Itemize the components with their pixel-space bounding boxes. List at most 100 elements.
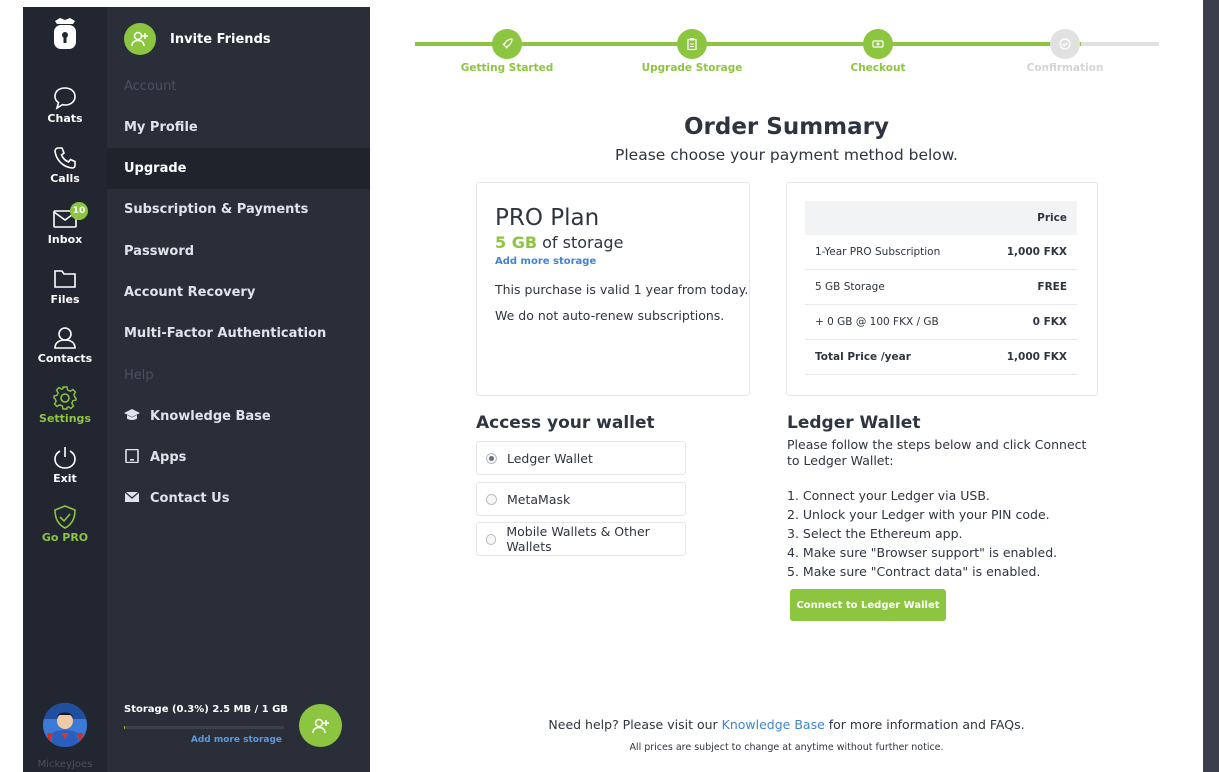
list-item: 1. Connect your Ledger via USB. xyxy=(787,488,990,503)
list-item: 4. Make sure "Browser support" is enable… xyxy=(787,545,1058,560)
check-circle-icon xyxy=(1059,38,1071,50)
list-item: 5. Make sure "Contract data" is enabled. xyxy=(787,564,1041,579)
plan-card: PRO Plan 5 GB of storage Add more storag… xyxy=(476,182,750,396)
app-logo-icon xyxy=(54,18,76,49)
ledger-wallet-heading: Ledger Wallet xyxy=(787,413,921,433)
price-row-item: Total Price /year xyxy=(815,351,911,363)
price-row-item: 5 GB Storage xyxy=(815,281,885,293)
plan-renew-note: We do not auto-renew subscriptions. xyxy=(495,308,725,323)
table-row: 5 GB Storage FREE xyxy=(805,270,1077,305)
price-row-value: 0 FKX xyxy=(1032,316,1067,328)
step-text: Connect your Ledger via USB. xyxy=(802,488,990,503)
rail-item-files[interactable]: Files xyxy=(23,266,107,306)
step-checkout-label: Checkout xyxy=(850,62,906,74)
price-row-item: + 0 GB @ 100 FKX / GB xyxy=(815,316,939,328)
price-card: Price 1-Year PRO Subscription 1,000 FKX 5… xyxy=(786,182,1098,396)
knowledge-base-link[interactable]: Knowledge Base xyxy=(722,717,825,732)
user-avatar[interactable] xyxy=(43,703,87,747)
storage-widget: Storage (0.3%) 2.5 MB / 1 GB Add more st… xyxy=(124,704,288,745)
invite-friends-button[interactable]: Invite Friends xyxy=(124,23,271,55)
invite-friends-label: Invite Friends xyxy=(170,31,271,47)
rail-item-chats[interactable]: Chats xyxy=(23,85,107,125)
add-storage-link[interactable]: Add more storage xyxy=(124,735,288,745)
order-summary-title: Order Summary xyxy=(683,114,890,140)
help-suffix: for more information and FAQs. xyxy=(828,717,1025,732)
plan-add-storage-link[interactable]: Add more storage xyxy=(495,256,596,267)
radio-unselected[interactable] xyxy=(486,533,497,545)
menu-item-subscription-payments[interactable]: Subscription & Payments xyxy=(107,189,370,230)
storage-progress-fill xyxy=(124,726,125,729)
step-checkout-dot[interactable] xyxy=(863,29,893,59)
progress-track-pending xyxy=(1081,42,1159,46)
wallet-option-ledger[interactable]: Ledger Wallet xyxy=(476,441,686,475)
rail-item-go-pro[interactable]: Go PRO xyxy=(23,504,107,544)
rail-item-inbox[interactable]: 10 Inbox xyxy=(23,202,107,246)
settings-menu: Invite Friends Account My Profile Upgrad… xyxy=(107,7,370,772)
table-row: + 0 GB @ 100 FKX / GB 0 FKX xyxy=(805,305,1077,340)
ledger-steps-list: 1. Connect your Ledger via USB. 2. Unloc… xyxy=(787,486,1107,581)
storage-usage-value: 2.5 MB / 1 GB xyxy=(212,704,288,715)
access-wallet-heading: Access your wallet xyxy=(476,413,655,433)
section-help-heading: Help xyxy=(124,368,154,383)
price-table-header: Price xyxy=(805,201,1077,235)
menu-item-upgrade[interactable]: Upgrade xyxy=(107,148,370,189)
menu-item-my-profile[interactable]: My Profile xyxy=(107,107,370,148)
envelope-icon xyxy=(124,491,140,502)
menu-item-contact-us[interactable]: Contact Us xyxy=(107,478,370,519)
order-summary-subtitle: Please choose your payment method below. xyxy=(615,146,958,164)
ledger-description: Please follow the steps below and click … xyxy=(787,437,1087,468)
power-icon xyxy=(54,447,76,469)
shield-check-icon xyxy=(54,505,76,529)
inbox-badge: 10 xyxy=(70,202,88,220)
storage-progress-bar xyxy=(124,726,284,729)
step-text: Make sure "Browser support" is enabled. xyxy=(802,545,1058,560)
plan-storage-amount: 5 GB xyxy=(495,233,538,252)
radio-unselected[interactable] xyxy=(486,493,497,505)
step-getting-started-dot[interactable] xyxy=(492,29,522,59)
avatar-image xyxy=(43,703,87,747)
plan-name: PRO Plan xyxy=(495,205,600,231)
price-disclaimer: All prices are subject to change at anyt… xyxy=(629,742,944,753)
add-user-icon xyxy=(124,23,156,55)
invite-fab-button[interactable] xyxy=(299,704,342,747)
price-row-value: 1,000 FKX xyxy=(1006,246,1067,258)
wallet-option-label: MetaMask xyxy=(507,491,571,507)
window-edge-left xyxy=(0,0,8,772)
plan-storage-suffix: of storage xyxy=(542,233,624,252)
help-text: Need help? Please visit our Knowledge Ba… xyxy=(370,717,1203,732)
knowledge-base-label: Knowledge Base xyxy=(150,409,271,424)
wallet-option-metamask[interactable]: MetaMask xyxy=(476,482,686,516)
window-edge-right xyxy=(1203,0,1219,772)
step-text: Unlock your Ledger with your PIN code. xyxy=(802,507,1050,522)
section-account-heading: Account xyxy=(124,79,177,94)
folder-icon xyxy=(54,270,76,288)
step-upgrade-storage-label: Upgrade Storage xyxy=(641,62,743,74)
graduation-cap-icon xyxy=(124,409,140,420)
step-upgrade-storage-dot[interactable] xyxy=(677,29,707,59)
menu-item-account-recovery[interactable]: Account Recovery xyxy=(107,272,370,313)
chat-bubble-icon xyxy=(54,87,76,110)
step-text: Make sure "Contract data" is enabled. xyxy=(802,564,1041,579)
table-row: 1-Year PRO Subscription 1,000 FKX xyxy=(805,235,1077,270)
menu-item-password[interactable]: Password xyxy=(107,231,370,272)
step-confirmation-dot[interactable] xyxy=(1050,29,1080,59)
step-text: Select the Ethereum app. xyxy=(802,526,963,541)
rail-item-calls[interactable]: Calls xyxy=(23,145,107,185)
clipboard-icon xyxy=(687,38,697,51)
menu-item-multi-factor-auth[interactable]: Multi-Factor Authentication xyxy=(107,313,370,354)
radio-selected[interactable] xyxy=(486,452,497,464)
rail-item-contacts[interactable]: Contacts xyxy=(23,325,107,365)
main-content: Getting Started Upgrade Storage Checkout… xyxy=(370,0,1203,772)
price-table: Price 1-Year PRO Subscription 1,000 FKX 5… xyxy=(805,201,1077,375)
menu-item-apps[interactable]: Apps xyxy=(107,437,370,478)
step-getting-started-label: Getting Started xyxy=(460,62,554,74)
wallet-option-mobile[interactable]: Mobile Wallets & Other Wallets xyxy=(476,522,686,556)
plan-storage: 5 GB of storage xyxy=(495,233,623,252)
add-user-icon xyxy=(311,718,329,733)
list-item: 3. Select the Ethereum app. xyxy=(787,526,963,541)
phone-icon xyxy=(54,147,76,169)
connect-ledger-button[interactable]: Connect to Ledger Wallet xyxy=(790,589,946,621)
menu-item-knowledge-base[interactable]: Knowledge Base xyxy=(107,396,370,437)
rail-item-settings[interactable]: Settings xyxy=(23,385,107,425)
rail-item-exit[interactable]: Exit xyxy=(23,445,107,485)
